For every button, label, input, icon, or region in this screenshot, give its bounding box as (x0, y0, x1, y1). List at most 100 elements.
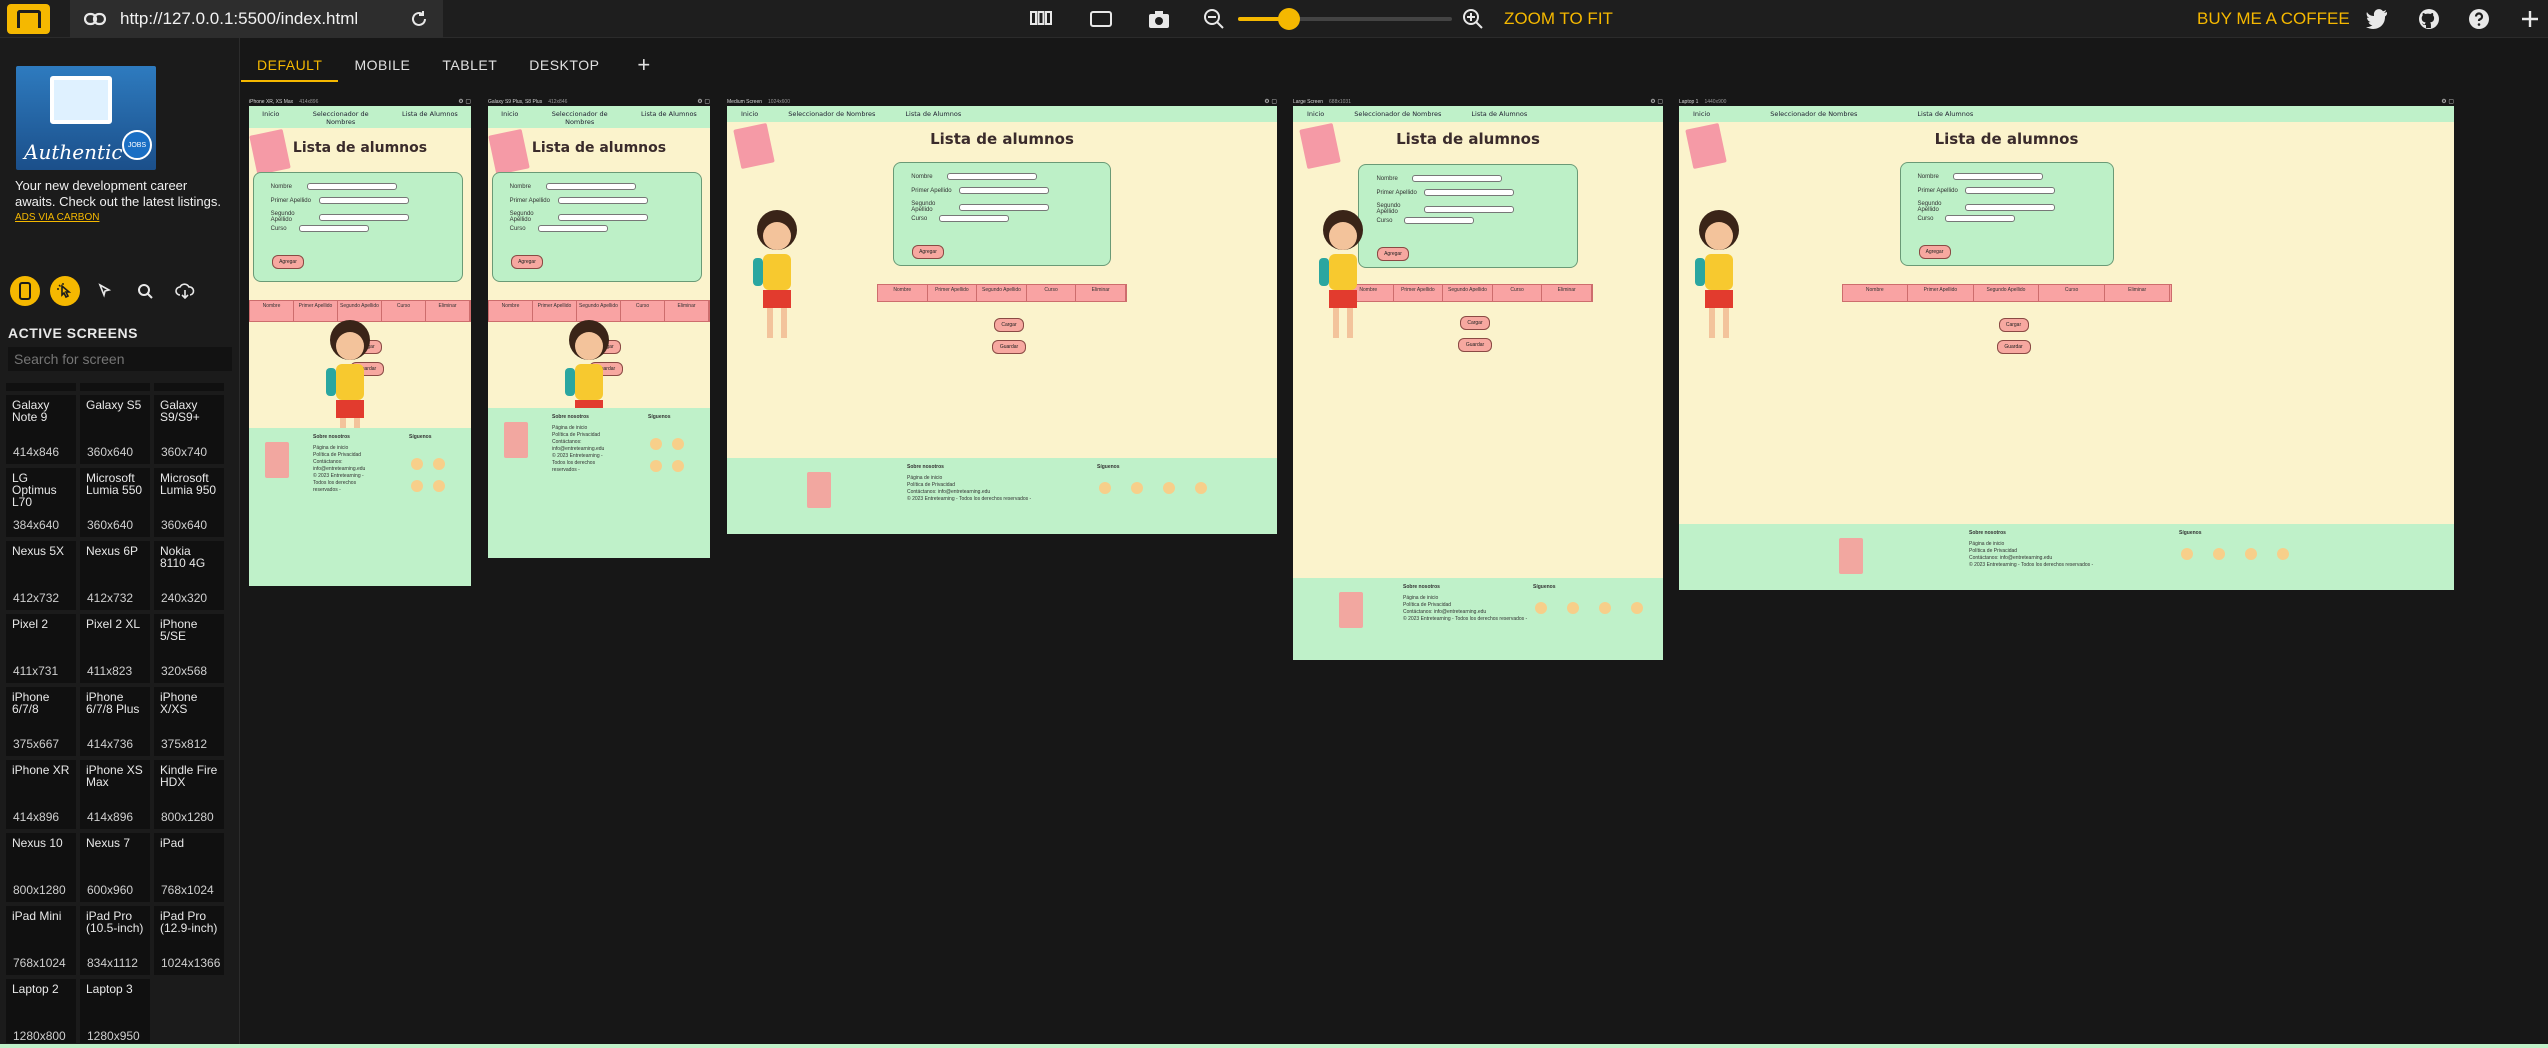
footer-link[interactable]: Política de Privacidad (907, 482, 1037, 489)
save-button[interactable]: Guardar (1996, 340, 2031, 354)
form-input[interactable] (537, 225, 608, 232)
device-card[interactable]: iPhone X/XS 375x812 (154, 687, 224, 756)
tab-default[interactable]: DEFAULT (241, 48, 339, 82)
device-card[interactable]: Nokia 8110 4G 240x320 (154, 541, 224, 610)
social-icon[interactable] (2213, 548, 2225, 560)
form-input[interactable] (545, 183, 636, 190)
social-icon[interactable] (1567, 602, 1579, 614)
add-button[interactable]: Agregar (272, 255, 304, 269)
nav-link[interactable]: Lista de Alumnos (1917, 110, 1973, 122)
form-input[interactable] (1404, 217, 1475, 224)
social-icon[interactable] (1535, 602, 1547, 614)
ad-image[interactable]: Authentic JOBS (16, 66, 156, 170)
social-icon[interactable] (1631, 602, 1643, 614)
nav-link[interactable]: Seleccionador de Nombres (1354, 110, 1441, 122)
device-card[interactable]: Microsoft Lumia 950 360x640 (154, 468, 224, 537)
device-card[interactable]: iPhone 6/7/8 375x667 (6, 687, 76, 756)
form-input[interactable] (1953, 173, 2044, 180)
device-card[interactable]: Galaxy S5 360x640 (80, 395, 150, 464)
form-input[interactable] (318, 213, 409, 221)
inspect-button[interactable] (90, 276, 120, 306)
device-card[interactable]: Galaxy S9/S9+ 360x740 (154, 395, 224, 464)
social-icon[interactable] (672, 438, 684, 450)
social-icon[interactable] (433, 480, 445, 492)
social-icon[interactable] (433, 458, 445, 470)
footer-link[interactable]: Contáctanos: info@entretearning.edu (1403, 609, 1533, 616)
nav-link[interactable]: Seleccionador de Nombres (306, 110, 376, 128)
add-button[interactable]: Agregar (1918, 245, 1951, 259)
footer-link[interactable]: Página de inicio (1969, 541, 2099, 548)
site-preview[interactable]: Inicio Seleccionador de Nombres Lista de A… (727, 106, 1277, 534)
add-button[interactable]: Agregar (912, 245, 944, 259)
footer-link[interactable]: © 2023 Entretearning - Todos los derecho… (552, 453, 612, 474)
nav-link[interactable]: Lista de Alumnos (1471, 110, 1527, 122)
add-button[interactable]: Agregar (511, 255, 543, 269)
search-button[interactable] (130, 276, 160, 306)
footer-link[interactable]: Página de inicio (552, 425, 612, 432)
social-icon[interactable] (411, 480, 423, 492)
load-button[interactable]: Cargar (994, 318, 1024, 332)
form-input[interactable] (306, 183, 397, 190)
footer-link[interactable]: Página de inicio (1403, 595, 1533, 602)
form-input[interactable] (1424, 189, 1515, 196)
zoom-out-icon[interactable] (1203, 8, 1225, 30)
nav-link[interactable]: Seleccionador de Nombres (1770, 110, 1857, 122)
social-icon[interactable] (1099, 482, 1111, 494)
add-icon[interactable] (2520, 9, 2540, 29)
footer-link[interactable]: Contáctanos: info@entretearning.edu (313, 459, 373, 473)
site-preview[interactable]: Inicio Seleccionador de Nombres Lista de A… (249, 106, 471, 586)
social-icon[interactable] (1195, 482, 1207, 494)
form-input[interactable] (939, 215, 1010, 222)
device-card[interactable]: iPad Mini 768x1024 (6, 906, 76, 975)
zoom-slider[interactable] (1238, 8, 1452, 30)
nav-link[interactable]: Seleccionador de Nombres (788, 110, 875, 122)
github-icon[interactable] (2418, 8, 2440, 30)
form-input[interactable] (1424, 205, 1515, 213)
form-input[interactable] (318, 197, 409, 204)
frame-settings-icon[interactable]: ⚙ ▢ (697, 98, 710, 105)
device-card[interactable]: Pixel 2 411x731 (6, 614, 76, 683)
nav-link[interactable]: Lista de Alumnos (402, 110, 458, 128)
social-icon[interactable] (672, 460, 684, 472)
device-card[interactable]: iPad Pro (10.5-inch) 834x1112 (80, 906, 150, 975)
zoom-to-fit-button[interactable]: ZOOM TO FIT (1504, 9, 1613, 29)
site-preview[interactable]: Inicio Seleccionador de Nombres Lista de A… (488, 106, 710, 558)
device-card[interactable]: iPad 768x1024 (154, 833, 224, 902)
buy-me-a-coffee-link[interactable]: BUY ME A COFFEE (2197, 9, 2350, 29)
reload-icon[interactable] (409, 9, 429, 29)
site-preview[interactable]: Inicio Seleccionador de Nombres Lista de A… (1679, 106, 2454, 590)
social-icon[interactable] (1131, 482, 1143, 494)
footer-link[interactable]: Página de inicio (313, 445, 373, 452)
frame-settings-icon[interactable]: ⚙ ▢ (458, 98, 471, 105)
frame-settings-icon[interactable]: ⚙ ▢ (1650, 98, 1663, 105)
nav-link[interactable]: Seleccionador de Nombres (545, 110, 615, 128)
social-icon[interactable] (2245, 548, 2257, 560)
sync-click-button[interactable] (50, 276, 80, 306)
single-view-icon[interactable] (1090, 11, 1112, 27)
device-card[interactable]: iPhone XS Max 414x896 (80, 760, 150, 829)
url-text[interactable]: http://127.0.0.1:5500/index.html (120, 9, 409, 29)
device-card[interactable]: Kindle Fire HDX 800x1280 (154, 760, 224, 829)
device-card[interactable]: Microsoft Lumia 550 360x640 (80, 468, 150, 537)
device-card[interactable]: Pixel 2 XL 411x823 (80, 614, 150, 683)
device-card-partial[interactable] (80, 383, 150, 391)
nav-link[interactable]: Lista de Alumnos (641, 110, 697, 128)
social-icon[interactable] (2277, 548, 2289, 560)
form-input[interactable] (1945, 215, 2016, 222)
nav-link[interactable]: Inicio (1693, 110, 1710, 122)
device-card[interactable]: Galaxy Note 9 414x846 (6, 395, 76, 464)
footer-link[interactable]: Política de Privacidad (1403, 602, 1533, 609)
tab-mobile[interactable]: MOBILE (338, 48, 426, 82)
frame-settings-icon[interactable]: ⚙ ▢ (2441, 98, 2454, 105)
device-card-partial[interactable] (6, 383, 76, 391)
site-preview[interactable]: Inicio Seleccionador de Nombres Lista de A… (1293, 106, 1663, 660)
form-input[interactable] (557, 213, 648, 221)
footer-link[interactable]: Política de Privacidad (552, 432, 612, 439)
device-card[interactable]: iPhone 6/7/8 Plus 414x736 (80, 687, 150, 756)
twitter-icon[interactable] (2366, 9, 2388, 29)
frame-settings-icon[interactable]: ⚙ ▢ (1264, 98, 1277, 105)
form-input[interactable] (947, 173, 1038, 180)
columns-icon[interactable] (1030, 11, 1052, 25)
form-input[interactable] (959, 187, 1050, 194)
device-card[interactable]: Laptop 2 1280x800 (6, 979, 76, 1043)
